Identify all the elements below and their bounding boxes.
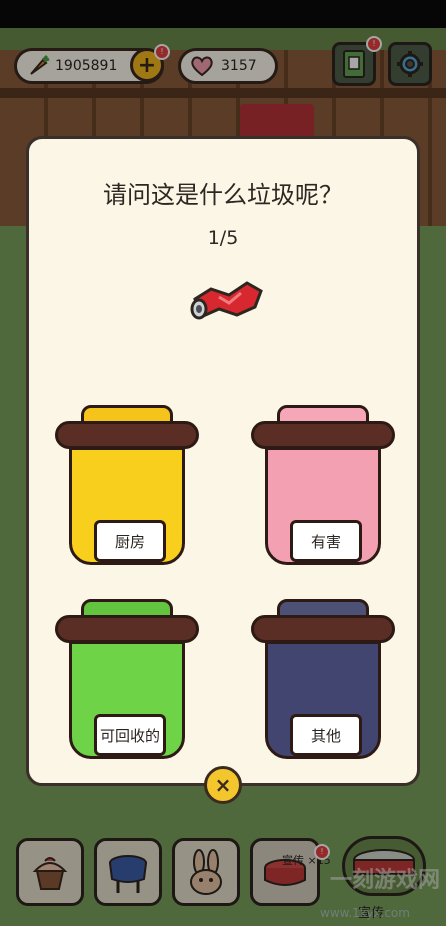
close-button[interactable]: × bbox=[204, 766, 242, 804]
bin-lid bbox=[55, 421, 199, 449]
bin-label: 厨房 bbox=[94, 520, 166, 562]
bin-label: 有害 bbox=[290, 520, 362, 562]
bin-label: 其他 bbox=[290, 714, 362, 756]
bin-other[interactable]: 其他 bbox=[251, 599, 395, 759]
bin-body: 其他 bbox=[265, 641, 381, 759]
bin-recyclable[interactable]: 可回收的 bbox=[55, 599, 199, 759]
bin-body: 厨房 bbox=[69, 447, 185, 565]
bin-lid bbox=[55, 615, 199, 643]
garbage-quiz-dialog: 请问这是什么垃圾呢？ 1/5 厨房 有害 可回收的 其他 bbox=[26, 136, 420, 786]
crushed-can-icon bbox=[190, 281, 263, 320]
bin-lid bbox=[251, 615, 395, 643]
bin-body: 可回收的 bbox=[69, 641, 185, 759]
bin-label: 可回收的 bbox=[94, 714, 166, 756]
bin-body: 有害 bbox=[265, 447, 381, 565]
bin-kitchen[interactable]: 厨房 bbox=[55, 405, 199, 565]
bin-lid bbox=[251, 421, 395, 449]
quiz-question: 请问这是什么垃圾呢？ bbox=[103, 181, 343, 209]
bin-hazardous[interactable]: 有害 bbox=[251, 405, 395, 565]
quiz-progress: 1/5 bbox=[207, 227, 239, 249]
